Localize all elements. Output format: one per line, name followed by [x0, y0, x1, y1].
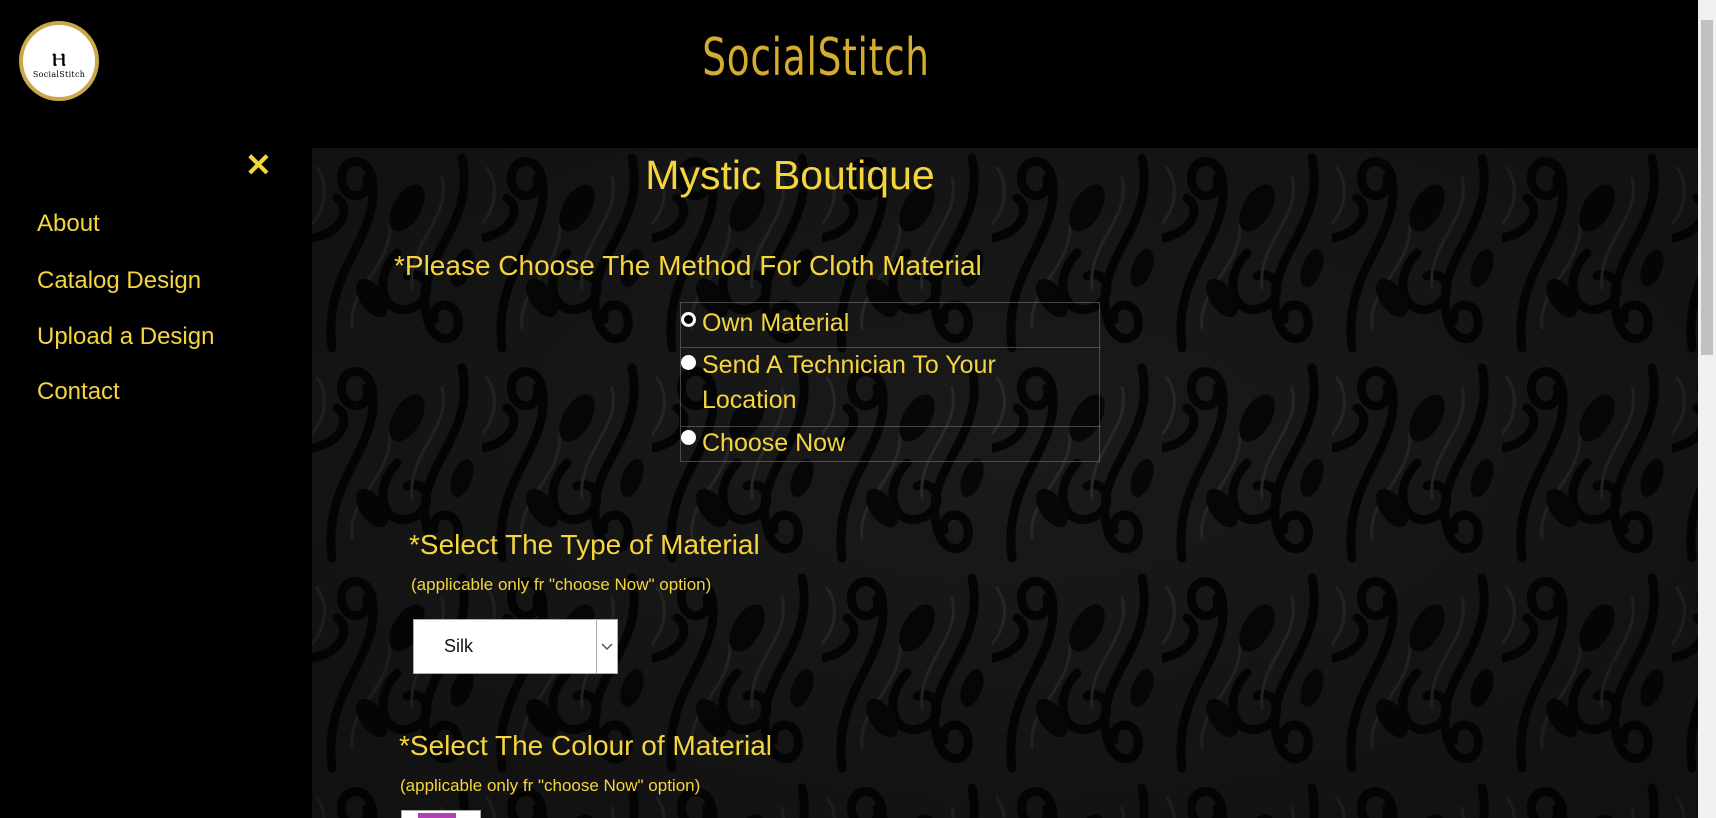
logo-text: SocialStitch [32, 69, 86, 79]
sidebar-item-about[interactable]: About [37, 210, 100, 238]
main-content: Mystic Boutique *Please Choose The Metho… [312, 148, 1698, 818]
radio-label[interactable]: Own Material [702, 306, 849, 341]
close-icon[interactable]: ✕ [245, 148, 272, 182]
damask-background [312, 148, 1698, 818]
site-header: ⲏ SocialStitch SocialStitch [0, 0, 1698, 148]
material-type-note: (applicable only fr "choose Now" option) [411, 575, 712, 594]
scrollbar-thumb[interactable] [1701, 20, 1713, 355]
colour-swatch [418, 813, 456, 818]
radio-button[interactable] [681, 430, 696, 445]
radio-button[interactable] [681, 355, 696, 370]
page-title: Mystic Boutique [645, 152, 935, 198]
sidebar-nav: ✕ About Catalog Design Upload a Design C… [0, 148, 312, 818]
logo-icon: ⲏ [51, 39, 67, 73]
chevron-down-icon[interactable] [596, 620, 617, 673]
page-scrollbar[interactable] [1698, 0, 1716, 818]
sidebar-item-catalog-design[interactable]: Catalog Design [37, 267, 201, 295]
colour-picker[interactable] [401, 810, 481, 818]
radio-option-own-material[interactable]: Own Material [681, 303, 1101, 348]
method-question: *Please Choose The Method For Cloth Mate… [394, 250, 982, 281]
material-colour-question: *Select The Colour of Material [399, 730, 772, 761]
material-type-question: *Select The Type of Material [409, 529, 760, 560]
select-value: Silk [444, 636, 474, 656]
radio-button[interactable] [681, 312, 696, 327]
radio-option-send-technician[interactable]: Send A Technician To Your Location [681, 348, 1101, 427]
brand-title: SocialStitch [702, 28, 930, 88]
method-radio-group: Own Material Send A Technician To Your L… [680, 302, 1101, 463]
radio-label[interactable]: Send A Technician To Your Location [702, 348, 1042, 418]
radio-option-choose-now[interactable]: Choose Now [681, 427, 1101, 463]
radio-label[interactable]: Choose Now [702, 426, 845, 461]
material-colour-note: (applicable only fr "choose Now" option) [400, 776, 701, 795]
sidebar-item-contact[interactable]: Contact [37, 378, 120, 406]
material-type-select[interactable]: Silk [413, 619, 618, 674]
logo[interactable]: ⲏ SocialStitch [19, 21, 99, 101]
sidebar-item-upload-design[interactable]: Upload a Design [37, 323, 214, 351]
